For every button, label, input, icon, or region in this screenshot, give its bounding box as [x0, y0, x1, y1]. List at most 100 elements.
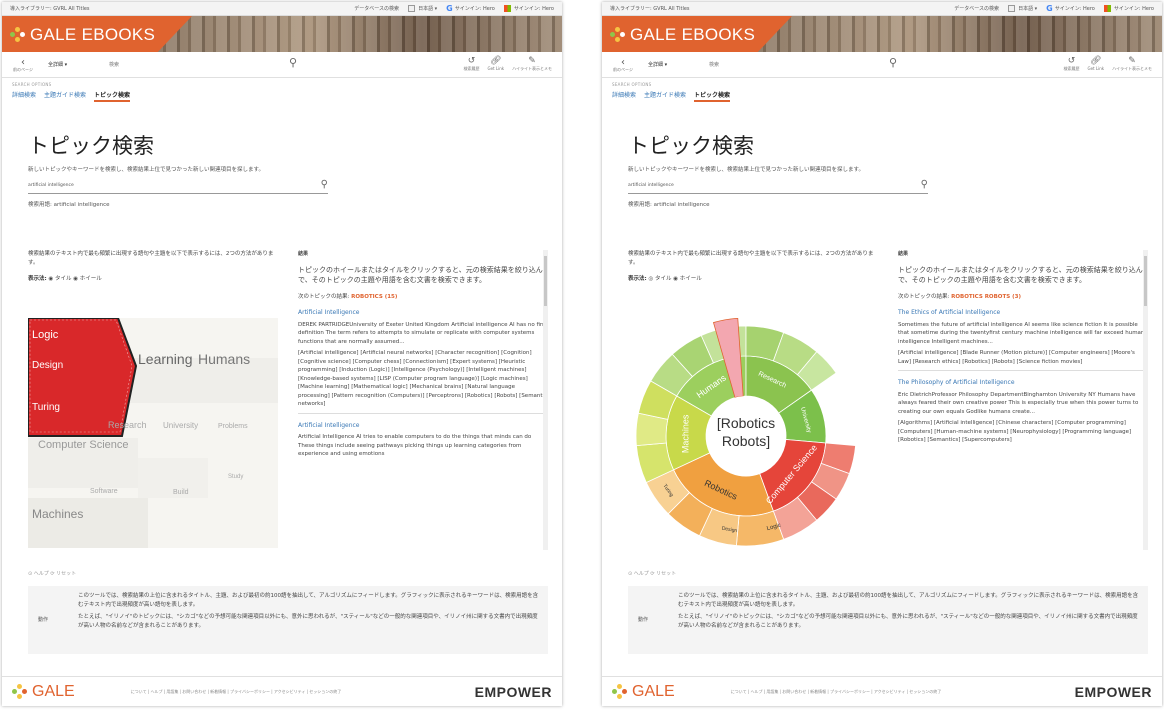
tile-label[interactable]: Research	[108, 420, 147, 430]
wheel-segment-label[interactable]: Machines	[680, 414, 690, 453]
tile-label[interactable]: Build	[173, 489, 189, 496]
help-reset-links[interactable]: ⊙ ヘルプ ⟳ リセット	[28, 570, 76, 577]
brand-name: GALE EBOOKS	[30, 25, 156, 44]
search-scope-dropdown[interactable]: 全詳細 ▾	[648, 61, 703, 68]
tile-label[interactable]: Humans	[198, 351, 250, 367]
tile-label[interactable]: Learning	[138, 351, 193, 367]
search-bar: ‹ 前のページ 全詳細 ▾ 検索 ⚲ ↺ 検索履歴 🔗︎ Get Link ✎ ハイライト…	[2, 52, 562, 78]
topic-search-input[interactable]: artificial intelligence ⚲	[28, 179, 328, 194]
results-header: 結果	[298, 251, 309, 257]
google-signin[interactable]: G サインイン: Hero	[446, 4, 495, 13]
footer-gale-logo[interactable]: GALE	[12, 683, 75, 701]
search-options: SEARCH OPTIONS 詳細検索 主題ガイド検索 トピック検索	[602, 78, 1162, 102]
database-list-link[interactable]: データベースの検索	[354, 5, 399, 12]
microsoft-signin[interactable]: サインイン: Hero	[503, 5, 554, 12]
display-mode-toggle[interactable]: 表示法: ◎ タイル ◉ ホイール	[628, 274, 878, 282]
display-mode-options[interactable]: ◉ タイル ◉ ホイール	[48, 276, 101, 282]
topic-tile-map[interactable]: Logic Design Turing Learning Humans Comp…	[28, 318, 278, 548]
tile[interactable]	[28, 498, 148, 548]
tile-label[interactable]: Software	[90, 488, 118, 495]
tile-label[interactable]: Machines	[32, 507, 83, 521]
article-title-link[interactable]: The Ethics of Artificial Intelligence	[898, 309, 1148, 318]
topic-search-input[interactable]: artificial intelligence ⚲	[628, 179, 928, 194]
article-title-link[interactable]: The Philosophy of Artificial Intelligenc…	[898, 379, 1148, 388]
article-snippet: DEREK PARTRIDGEUniversity of Exeter Unit…	[298, 321, 548, 345]
how-it-works-label: 動作	[638, 617, 649, 623]
tab-topic-finder[interactable]: トピック検索	[94, 90, 131, 102]
footer-links[interactable]: について | ヘルプ | 用語集 | お問い合わせ | 新着情報 | プライバシ…	[731, 689, 1075, 695]
gale-logo-icon	[610, 27, 626, 43]
search-icon[interactable]: ⚲	[921, 179, 928, 190]
results-prompt: トピックのホイールまたはタイルをクリックすると、元の検索結果を絞り込んで、そのト…	[298, 265, 543, 284]
screenshot-wheel-view: 導入ライブラリー: GVRL All Titles データベースの検索 日本語 …	[602, 2, 1162, 706]
get-link-button[interactable]: 🔗︎ Get Link	[487, 57, 504, 72]
footer-gale-logo[interactable]: GALE	[612, 683, 675, 701]
article-title-link[interactable]: Artificial Intelligence	[298, 422, 548, 431]
results-prompt: トピックのホイールまたはタイルをクリックすると、元の検索結果を絞り込んで、そのト…	[898, 265, 1143, 284]
next-topic-link[interactable]: ROBOTICS ROBOTS (3)	[951, 294, 1021, 300]
display-mode-options[interactable]: ◎ タイル ◉ ホイール	[648, 276, 701, 282]
tab-topic-finder[interactable]: トピック検索	[694, 90, 731, 102]
microsoft-icon	[1103, 5, 1111, 12]
tile-label-red[interactable]: Turing	[32, 402, 60, 413]
gale-ebooks-logo[interactable]: GALE EBOOKS	[10, 25, 155, 45]
search-icon[interactable]: ⚲	[889, 56, 897, 69]
language-select[interactable]: 日本語 ▾	[1008, 5, 1037, 12]
language-label: 日本語 ▾	[1018, 6, 1038, 12]
tile-label[interactable]: University	[163, 421, 198, 430]
search-icon[interactable]: ⚲	[321, 179, 328, 190]
search-input[interactable]: 検索 ⚲	[709, 56, 897, 71]
search-placeholder: 検索	[709, 61, 720, 68]
gale-ebooks-logo[interactable]: GALE EBOOKS	[610, 25, 755, 45]
scrollbar-thumb[interactable]	[1144, 256, 1147, 306]
tab-advanced-search[interactable]: 詳細検索	[12, 90, 36, 102]
footer-links[interactable]: について | ヘルプ | 用語集 | お問い合わせ | 新着情報 | プライバシ…	[131, 689, 475, 695]
page-title: トピック検索	[28, 134, 154, 158]
chevron-left-icon: ‹	[621, 56, 625, 68]
empower-logo: EMPOWER	[474, 683, 552, 700]
next-topic-link[interactable]: ROBOTICS (15)	[351, 294, 397, 300]
google-icon: G	[446, 4, 453, 13]
highlight-button[interactable]: ✎ ハイライト表示とメモ	[512, 57, 552, 72]
tab-subject-guide[interactable]: 主題ガイド検索	[644, 90, 686, 102]
display-mode-toggle[interactable]: 表示法: ◉ タイル ◉ ホイール	[28, 274, 278, 282]
back-button[interactable]: ‹ 前のページ	[612, 56, 634, 72]
get-link-button[interactable]: 🔗︎ Get Link	[1087, 57, 1104, 72]
google-signin-label: サインイン: Hero	[1054, 6, 1095, 12]
results-scrollbar[interactable]	[1143, 250, 1148, 550]
article-subjects: [Artificial intelligence] [Artificial ne…	[298, 350, 548, 407]
google-signin[interactable]: G サインイン: Hero	[1046, 4, 1095, 13]
how-it-works-text: このツールでは、検索結果の上位に含まれるタイトル、主題、および最初の約100語を…	[78, 592, 540, 631]
article-title-link[interactable]: Artificial Intelligence	[298, 309, 548, 318]
tile-label-red[interactable]: Design	[32, 360, 63, 371]
footer-brand: GALE	[632, 682, 675, 700]
database-list-link[interactable]: データベースの検索	[954, 5, 999, 12]
back-button[interactable]: ‹ 前のページ	[12, 57, 34, 72]
tile-label[interactable]: Problems	[218, 423, 248, 430]
topic-results-area: 検索結果のテキスト内で最も頻繁に出現する語句や主題を以下で表示するには、2つの方…	[628, 250, 1148, 550]
tab-subject-guide[interactable]: 主題ガイド検索	[44, 90, 86, 102]
top-utility-bar: 導入ライブラリー: GVRL All Titles データベースの検索 日本語 …	[2, 2, 562, 16]
next-topic-label: 次のトピックの結果:	[298, 293, 350, 300]
language-select[interactable]: 日本語 ▾	[408, 5, 437, 12]
google-signin-label: サインイン: Hero	[454, 6, 495, 12]
help-paragraph: このツールでは、検索結果の上位に含まれるタイトル、主題、および最初の約100語を…	[78, 593, 539, 608]
brand-name: GALE EBOOKS	[630, 25, 756, 44]
topic-wheel[interactable]: [RoboticsRobots]Humans ResearchUniversity…	[628, 318, 878, 548]
scrollbar-thumb[interactable]	[544, 256, 547, 306]
tile-label-red[interactable]: Logic	[32, 329, 59, 341]
results-scrollbar[interactable]	[543, 250, 548, 550]
topic-results-area: 検索結果のテキスト内で最も頻繁に出現する語句や主題を以下で表示するには、2つの方…	[28, 250, 548, 550]
history-button[interactable]: ↺ 検索履歴	[1063, 57, 1079, 72]
search-icon[interactable]: ⚲	[289, 56, 297, 69]
search-input[interactable]: 検索 ⚲	[109, 56, 297, 71]
tab-advanced-search[interactable]: 詳細検索	[612, 90, 636, 102]
tile-label[interactable]: Study	[228, 474, 243, 480]
history-button[interactable]: ↺ 検索履歴	[463, 57, 479, 72]
topic-query-value: artificial intelligence	[628, 183, 674, 188]
microsoft-signin[interactable]: サインイン: Hero	[1103, 5, 1154, 12]
highlight-button[interactable]: ✎ ハイライト表示とメモ	[1112, 57, 1152, 72]
tile-label[interactable]: Computer Science	[38, 439, 129, 451]
search-scope-dropdown[interactable]: 全詳細 ▾	[48, 61, 103, 68]
help-reset-links[interactable]: ⊙ ヘルプ ⟳ リセット	[628, 570, 676, 577]
